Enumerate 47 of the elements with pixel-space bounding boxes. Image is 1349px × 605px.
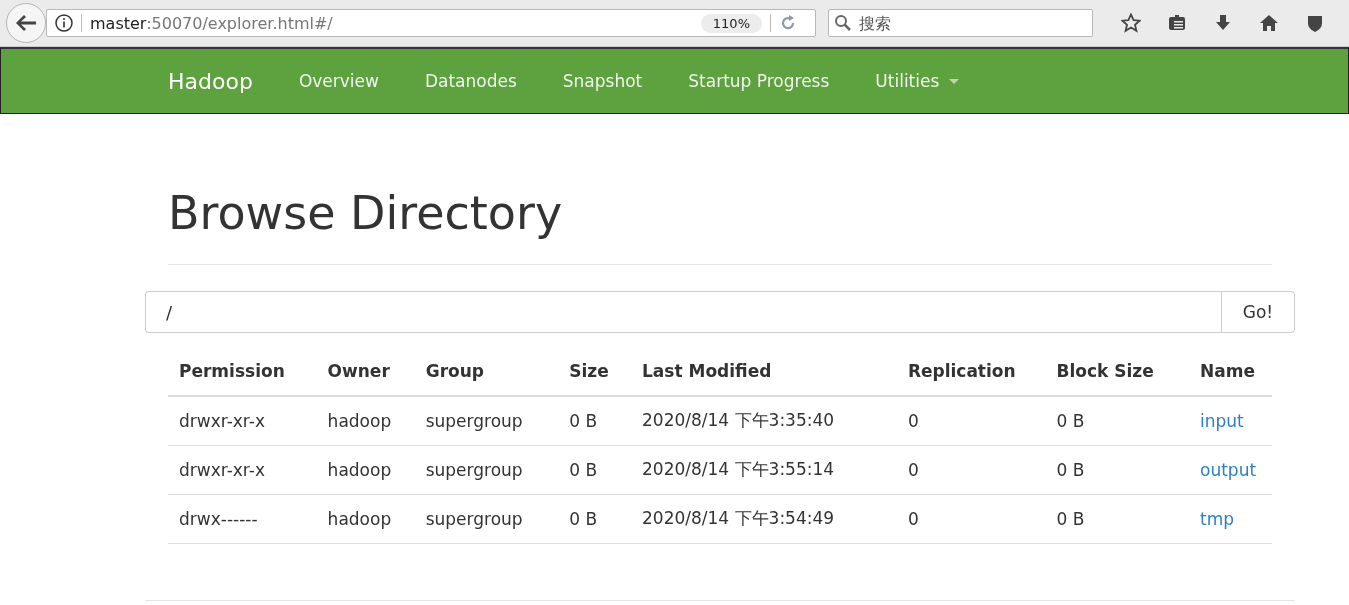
table-cell: supergroup bbox=[414, 396, 559, 446]
table-cell: 0 bbox=[896, 445, 1046, 495]
directory-link[interactable]: input bbox=[1200, 410, 1244, 431]
directory-link[interactable]: output bbox=[1200, 459, 1257, 480]
reload-icon[interactable] bbox=[779, 14, 797, 32]
column-header[interactable]: Owner bbox=[316, 361, 415, 396]
url-text: master:50070/explorer.html#/ bbox=[90, 13, 334, 33]
table-cell: hadoop bbox=[316, 445, 415, 495]
table-cell: 0 B bbox=[558, 396, 631, 446]
path-field[interactable]: / bbox=[145, 291, 1221, 333]
table-cell: supergroup bbox=[414, 494, 559, 544]
table-cell: 0 B bbox=[1045, 396, 1190, 446]
column-header[interactable]: Name bbox=[1189, 361, 1272, 396]
directory-link[interactable]: tmp bbox=[1200, 508, 1235, 529]
back-button[interactable] bbox=[6, 3, 46, 43]
column-header[interactable]: Last Modified bbox=[631, 361, 897, 396]
table-cell: 0 B bbox=[1045, 494, 1190, 544]
table-cell: 2020/8/14 下午3:55:14 bbox=[631, 445, 897, 495]
table-cell: drwx------ bbox=[168, 494, 317, 544]
table-cell: hadoop bbox=[316, 396, 415, 446]
table-cell: drwxr-xr-x bbox=[168, 396, 317, 446]
address-bar[interactable]: master:50070/explorer.html#/ 110% bbox=[46, 9, 816, 37]
table-cell: supergroup bbox=[414, 445, 559, 495]
star-icon[interactable] bbox=[1121, 13, 1141, 33]
column-header[interactable]: Block Size bbox=[1045, 361, 1190, 396]
table-cell: 0 B bbox=[558, 494, 631, 544]
page-title: Browse Directory bbox=[168, 186, 1272, 265]
table-cell: drwxr-xr-x bbox=[168, 445, 317, 495]
column-header[interactable]: Size bbox=[558, 361, 631, 396]
reading-list-icon[interactable] bbox=[1167, 13, 1187, 33]
table-cell: 0 bbox=[896, 494, 1046, 544]
table-cell: hadoop bbox=[316, 494, 415, 544]
table-cell: 0 bbox=[896, 396, 1046, 446]
go-button[interactable]: Go! bbox=[1221, 291, 1295, 333]
column-header[interactable]: Replication bbox=[896, 361, 1046, 396]
table-cell: 2020/8/14 下午3:35:40 bbox=[631, 396, 897, 446]
home-icon[interactable] bbox=[1259, 13, 1279, 33]
column-header[interactable]: Group bbox=[414, 361, 559, 396]
zoom-level[interactable]: 110% bbox=[700, 13, 762, 33]
info-icon[interactable] bbox=[55, 14, 73, 32]
search-field[interactable]: 搜索 bbox=[828, 9, 1093, 37]
shield-icon[interactable] bbox=[1305, 13, 1325, 33]
back-arrow-icon bbox=[15, 14, 37, 32]
column-header[interactable]: Permission bbox=[168, 361, 317, 396]
table-cell: 0 B bbox=[1045, 445, 1190, 495]
table-cell: 2020/8/14 下午3:54:49 bbox=[631, 494, 897, 544]
table-cell: 0 B bbox=[558, 445, 631, 495]
